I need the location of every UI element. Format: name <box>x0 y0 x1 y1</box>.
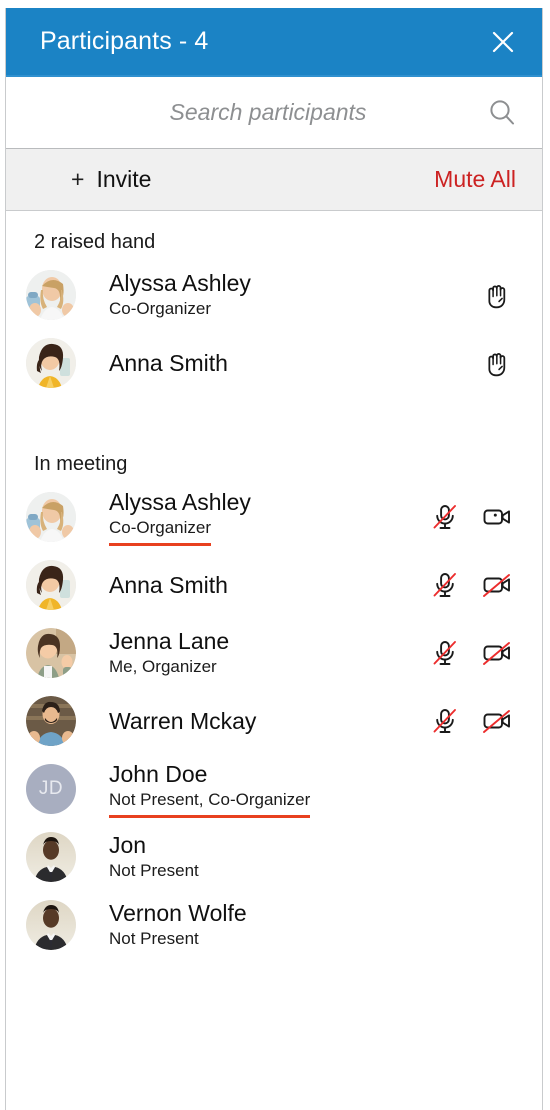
participant-subtitle: Me, Organizer <box>109 657 217 677</box>
avatar: JD <box>26 764 76 814</box>
participant-name: Anna Smith <box>109 349 228 376</box>
participant-name: Alyssa Ashley <box>109 270 251 297</box>
participant-name: Anna Smith <box>109 571 228 598</box>
participant-name: Vernon Wolfe <box>109 900 247 927</box>
camera-off-icon[interactable] <box>480 568 514 602</box>
microphone-muted-icon[interactable] <box>428 704 462 738</box>
search-bar <box>6 77 542 149</box>
participant-info: Anna Smith <box>76 571 428 599</box>
camera-off-icon[interactable] <box>480 636 514 670</box>
participant-row[interactable]: Vernon Wolfe Not Present <box>6 891 542 959</box>
avatar <box>26 696 76 746</box>
participant-info: Jenna Lane Me, Organizer <box>76 627 428 678</box>
microphone-muted-icon[interactable] <box>428 636 462 670</box>
participant-actions <box>428 704 520 738</box>
camera-on-icon[interactable] <box>480 500 514 534</box>
participant-info: Alyssa Ashley Co-Organizer <box>76 488 428 546</box>
participant-name: Warren Mckay <box>109 707 257 734</box>
participant-info: Warren Mckay <box>76 707 428 735</box>
participant-actions <box>428 500 520 534</box>
participant-name: John Doe <box>109 761 208 788</box>
avatar <box>26 270 76 320</box>
participant-row[interactable]: Anna Smith <box>6 329 542 397</box>
participant-subtitle: Not Present <box>109 929 199 949</box>
mute-all-button[interactable]: Mute All <box>434 168 520 191</box>
participant-subtitle: Co-Organizer <box>109 299 212 319</box>
search-icon[interactable] <box>484 95 520 131</box>
participant-subtitle: Co-Organizer <box>109 517 212 546</box>
participant-actions <box>428 636 520 670</box>
invite-label: Invite <box>96 166 152 192</box>
page-title: Participants - 4 <box>40 27 209 55</box>
participant-info: Alyssa Ashley Co-Organizer <box>76 269 480 320</box>
participant-row[interactable]: JD John Doe Not Present, Co-Organizer <box>6 755 542 823</box>
participants-list: 2 raised hand Alyssa Ashley Co-Organizer… <box>6 211 542 959</box>
participant-name: Jon <box>109 832 147 859</box>
raised-hand-icon[interactable] <box>480 278 514 312</box>
section-header-in-meeting: In meeting <box>34 453 128 475</box>
section-header-raised-hand: 2 raised hand <box>34 231 156 253</box>
plus-icon: + <box>71 166 85 192</box>
search-input[interactable] <box>6 98 484 127</box>
participant-row[interactable]: Alyssa Ashley Co-Organizer <box>6 261 542 329</box>
participant-info: Vernon Wolfe Not Present <box>76 899 514 950</box>
participant-row[interactable]: Alyssa Ashley Co-Organizer <box>6 483 542 551</box>
participant-row[interactable]: Warren Mckay <box>6 687 542 755</box>
participant-row[interactable]: Jon Not Present <box>6 823 542 891</box>
microphone-muted-icon[interactable] <box>428 500 462 534</box>
raised-hand-icon[interactable] <box>480 346 514 380</box>
participant-name: Alyssa Ashley <box>109 489 251 516</box>
participant-info: Anna Smith <box>76 349 480 377</box>
participant-row[interactable]: Anna Smith <box>6 551 542 619</box>
avatar <box>26 338 76 388</box>
participant-actions <box>480 278 520 312</box>
avatar <box>26 492 76 542</box>
avatar <box>26 628 76 678</box>
participant-actions <box>428 568 520 602</box>
participant-actions <box>480 346 520 380</box>
participant-info: Jon Not Present <box>76 831 514 882</box>
participant-subtitle: Not Present, Co-Organizer <box>109 789 311 818</box>
action-toolbar: + Invite Mute All <box>6 149 542 211</box>
camera-off-icon[interactable] <box>480 704 514 738</box>
avatar <box>26 900 76 950</box>
microphone-muted-icon[interactable] <box>428 568 462 602</box>
participants-panel: Participants - 4 + Invite Mute All <box>5 8 543 1110</box>
participant-info: John Doe Not Present, Co-Organizer <box>76 760 514 818</box>
invite-button[interactable]: + Invite <box>29 168 151 191</box>
participant-subtitle: Not Present <box>109 861 199 881</box>
participant-row[interactable]: Jenna Lane Me, Organizer <box>6 619 542 687</box>
close-icon <box>490 29 516 55</box>
close-button[interactable] <box>486 25 520 59</box>
panel-titlebar: Participants - 4 <box>6 8 542 77</box>
participant-name: Jenna Lane <box>109 628 230 655</box>
avatar <box>26 560 76 610</box>
avatar <box>26 832 76 882</box>
